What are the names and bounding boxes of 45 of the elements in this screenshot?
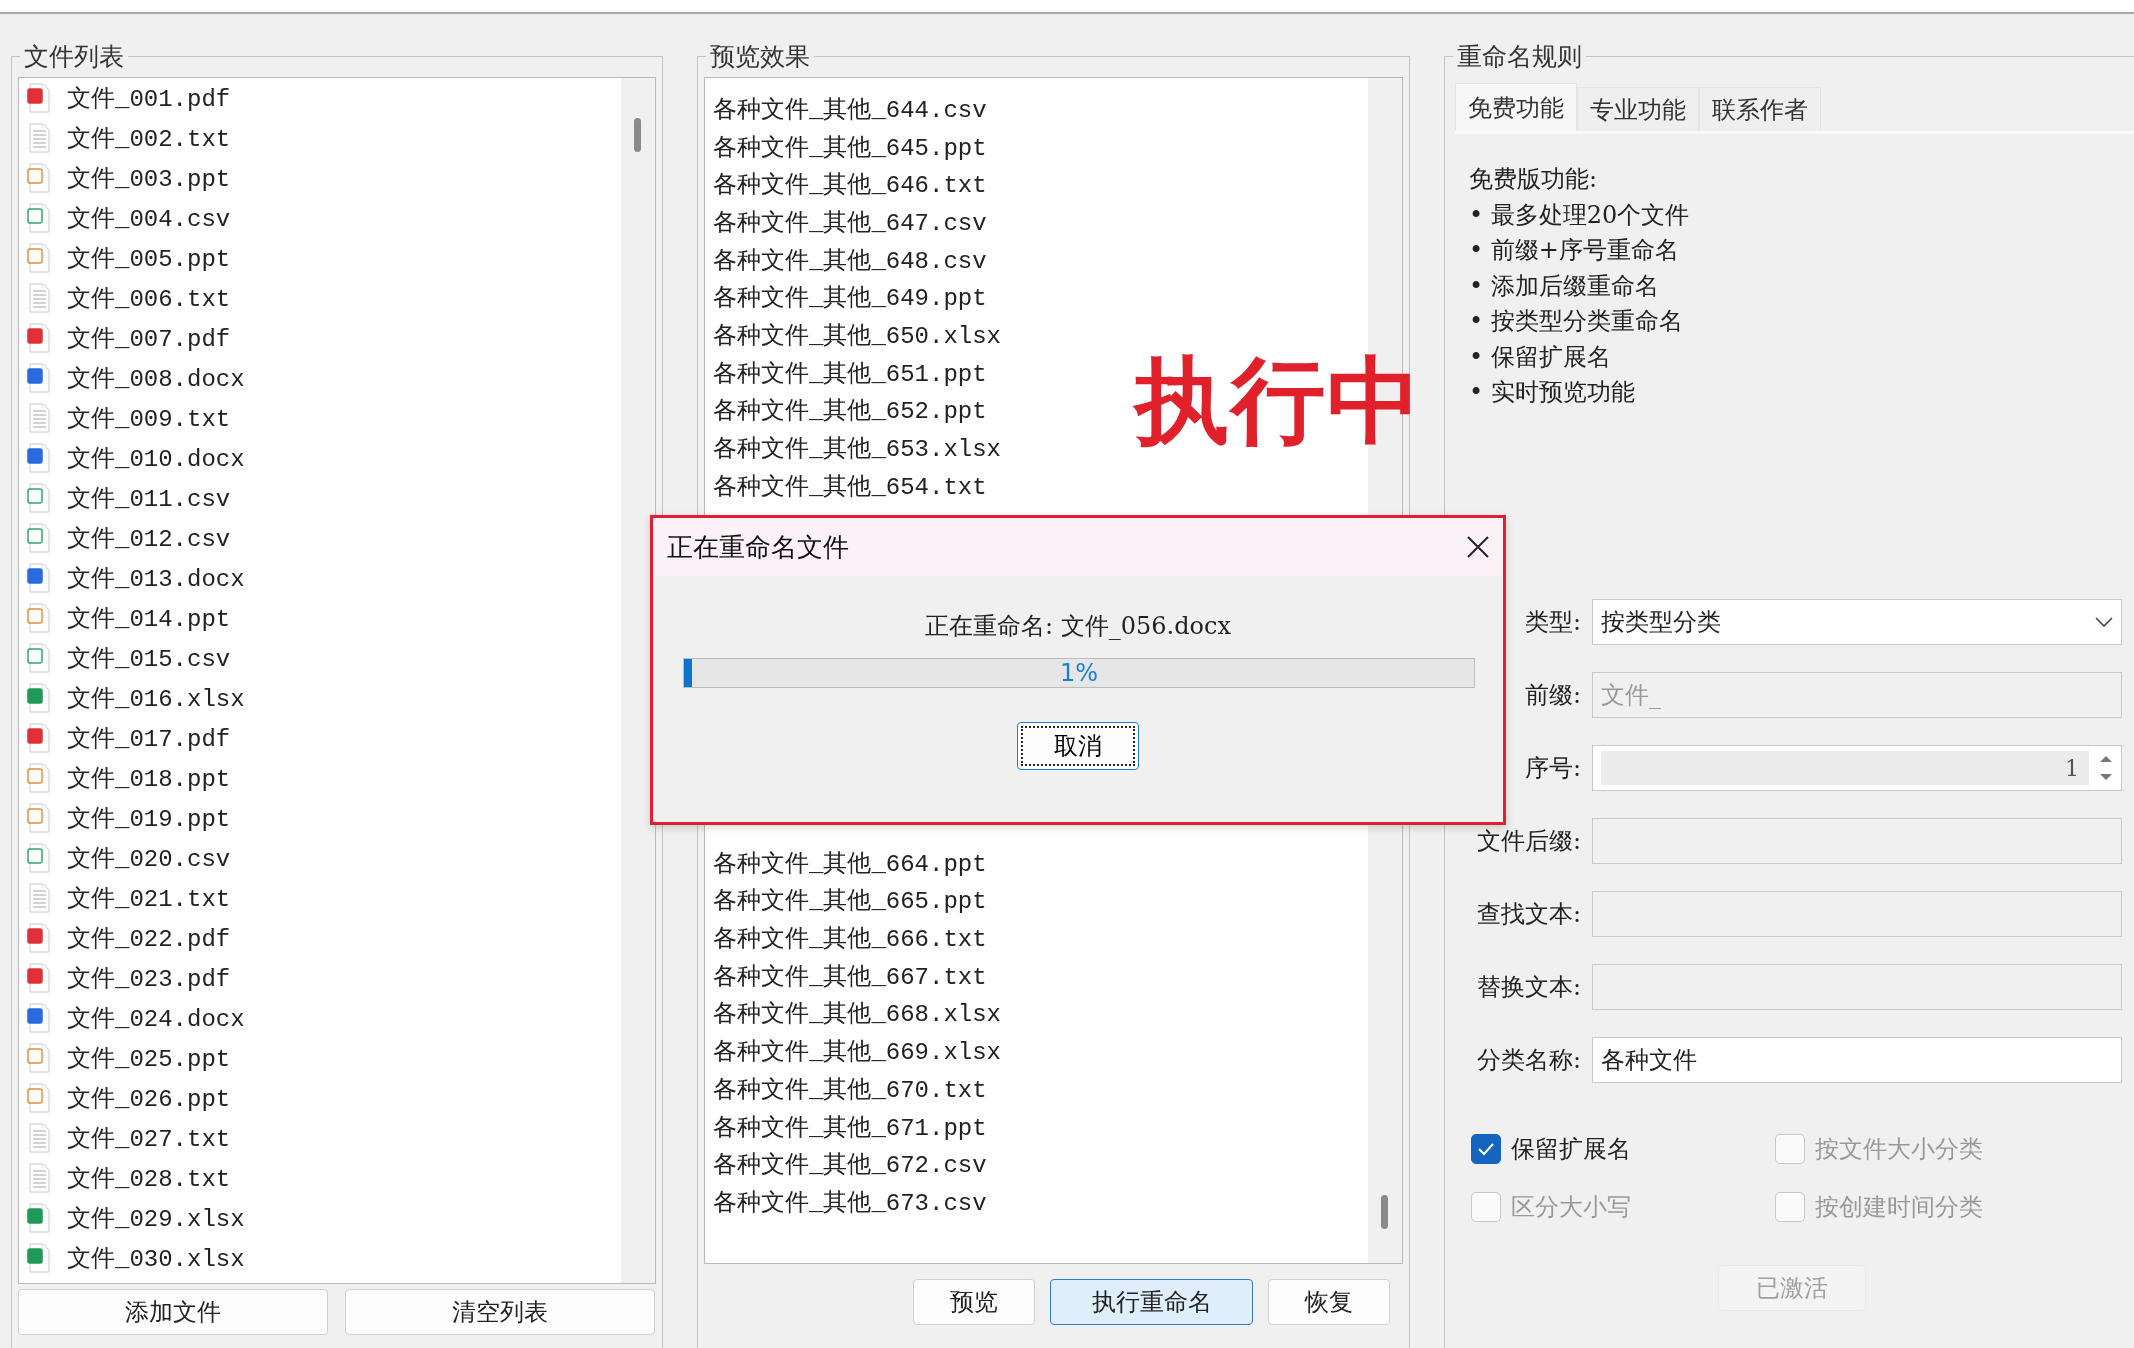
field-label: 文件后缀: <box>1476 826 1581 857</box>
feature-heading: 免费版功能: <box>1469 164 1599 195</box>
group-title: 文件列表 <box>23 41 125 73</box>
feature-item: • 添加后缀重命名 <box>1469 270 1660 302</box>
preview-name: 各种文件_其他_666.txt <box>712 925 987 955</box>
feature-item: • 实时预览功能 <box>1469 377 1636 408</box>
preview-name: 各种文件_其他_669.xlsx <box>712 1038 1002 1068</box>
preview-name: 各种文件_其他_667.txt <box>712 962 987 992</box>
preview-name: 各种文件_其他_650.xlsx <box>712 321 1002 351</box>
dialog-title: 正在重命名文件 <box>667 530 849 564</box>
group-title: 预览效果 <box>709 41 811 73</box>
checkbox-label: 保留扩展名 <box>1511 1134 1631 1165</box>
preview-name: 各种文件_其他_647.csv <box>712 208 987 238</box>
preview-name: 各种文件_其他_651.ppt <box>712 359 987 389</box>
preview-name: 各种文件_其他_644.csv <box>712 95 987 125</box>
preview-name: 各种文件_其他_670.txt <box>712 1075 987 1105</box>
field-label: 前缀: <box>1524 680 1581 711</box>
field-label: 分类名称: <box>1476 1045 1581 1076</box>
preview-name: 各种文件_其他_646.txt <box>712 171 987 201</box>
field-label: 替换文本: <box>1476 972 1581 1003</box>
preview-name: 各种文件_其他_652.ppt <box>712 397 987 427</box>
checkbox-label: 按文件大小分类 <box>1815 1134 1983 1165</box>
field-label: 类型: <box>1524 607 1581 638</box>
feature-item: • 最多处理20个文件 <box>1469 199 1691 231</box>
preview-name: 各种文件_其他_672.csv <box>712 1151 987 1181</box>
preview-name: 各种文件_其他_664.ppt <box>712 849 987 879</box>
checkbox-label: 按创建时间分类 <box>1815 1192 1983 1223</box>
preview-name: 各种文件_其他_649.ppt <box>712 284 987 314</box>
preview-name: 各种文件_其他_671.ppt <box>712 1113 987 1143</box>
progress-reading: 1% <box>1059 659 1099 687</box>
preview-name: 各种文件_其他_648.csv <box>712 246 987 276</box>
field-label: 查找文本: <box>1476 899 1581 930</box>
group-title: 重命名规则 <box>1456 41 1583 73</box>
preview-name: 各种文件_其他_653.xlsx <box>712 435 1002 465</box>
preview-name: 各种文件_其他_665.ppt <box>712 887 987 917</box>
feature-item: • 前缀+序号重命名 <box>1469 235 1680 266</box>
progress-message: 正在重命名: 文件_056.docx <box>924 611 1232 642</box>
preview-name: 各种文件_其他_645.ppt <box>712 133 987 163</box>
feature-item: • 保留扩展名 <box>1469 341 1612 373</box>
preview-name: 各种文件_其他_654.txt <box>712 472 987 502</box>
feature-item: • 按类型分类重命名 <box>1469 306 1684 337</box>
checkbox-label: 区分大小写 <box>1511 1192 1631 1223</box>
preview-name: 各种文件_其他_673.csv <box>712 1188 987 1218</box>
field-label: 序号: <box>1524 753 1581 784</box>
preview-name: 各种文件_其他_668.xlsx <box>712 1000 1002 1030</box>
